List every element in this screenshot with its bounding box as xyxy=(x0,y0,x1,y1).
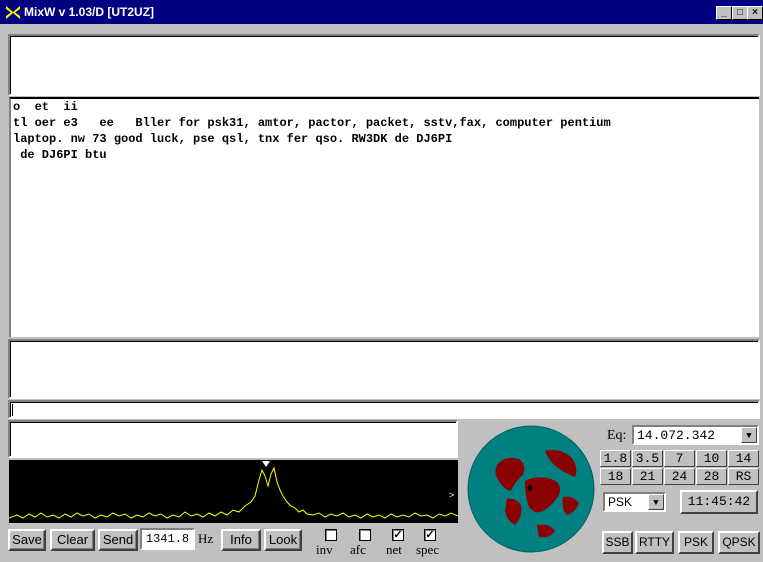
rx-line: tl oer e3 ee Bller for psk31, amtor, pac… xyxy=(13,116,611,130)
rx-line: laptop. nw 73 good luck, pse qsl, tnx fe… xyxy=(13,132,453,146)
afc-checkbox[interactable] xyxy=(359,529,371,541)
clear-button[interactable]: Clear xyxy=(50,529,95,551)
frequency-unit: Hz xyxy=(198,531,214,546)
band-button[interactable]: 7 xyxy=(664,450,695,467)
spec-checkbox[interactable]: ✓ xyxy=(424,529,436,541)
globe-icon xyxy=(467,425,595,553)
spectrum-trace: > xyxy=(8,461,459,519)
spec-label: spec xyxy=(416,542,440,557)
qpsk-button[interactable]: QPSK xyxy=(718,531,760,554)
band-button[interactable]: 24 xyxy=(664,468,695,485)
title-bar: MixW v 1.03/D [UT2UZ] _ □ × xyxy=(0,0,763,24)
clock-display: 11:45:42 xyxy=(680,490,758,514)
secondary-pane[interactable] xyxy=(8,339,760,399)
close-button[interactable]: × xyxy=(747,6,763,20)
chevron-down-icon[interactable]: ▼ xyxy=(648,494,664,510)
net-label: net xyxy=(386,542,402,557)
transmit-input[interactable] xyxy=(8,400,760,419)
receive-text-pane[interactable]: o et ii tl oer e3 ee Bller for psk31, am… xyxy=(9,97,759,337)
afc-label: afc xyxy=(350,542,366,557)
maximize-button[interactable]: □ xyxy=(732,6,748,20)
band-button[interactable]: 1.8 xyxy=(600,450,631,467)
band-button[interactable]: 3.5 xyxy=(632,450,663,467)
band-button[interactable]: RS xyxy=(728,468,759,485)
rx-line: o et ii xyxy=(13,100,78,114)
inv-label: inv xyxy=(316,542,333,557)
net-checkbox[interactable]: ✓ xyxy=(392,529,404,541)
send-button[interactable]: Send xyxy=(98,529,138,551)
band-button[interactable]: 28 xyxy=(696,468,727,485)
psk-button[interactable]: PSK xyxy=(678,531,714,554)
save-button[interactable]: Save xyxy=(8,529,46,551)
inv-checkbox[interactable] xyxy=(325,529,337,541)
band-button[interactable]: 10 xyxy=(696,450,727,467)
eq-label: Eq: xyxy=(607,428,627,443)
frequency-select[interactable]: 14.072.342 ▼ xyxy=(632,425,759,445)
scale-marker: > xyxy=(449,490,454,500)
chevron-down-icon[interactable]: ▼ xyxy=(741,427,757,443)
minimize-button[interactable]: _ xyxy=(716,6,732,20)
band-button[interactable]: 14 xyxy=(728,450,759,467)
look-button[interactable]: Look xyxy=(264,529,302,551)
ssb-button[interactable]: SSB xyxy=(602,531,633,554)
band-button[interactable]: 21 xyxy=(632,468,663,485)
world-map[interactable] xyxy=(467,425,595,553)
mode-select[interactable]: PSK ▼ xyxy=(603,492,666,512)
text-cursor xyxy=(12,404,13,416)
info-button[interactable]: Info xyxy=(221,529,261,551)
audio-frequency-field[interactable]: 1341.8 xyxy=(140,528,195,550)
top-pane[interactable] xyxy=(8,34,760,96)
mixw-logo-icon xyxy=(6,6,20,19)
spectrum-display[interactable]: > xyxy=(8,460,459,523)
transmit-buffer[interactable] xyxy=(8,420,458,458)
rx-line: de DJ6PI btu xyxy=(13,148,107,162)
rtty-button[interactable]: RTTY xyxy=(635,531,674,554)
band-button[interactable]: 18 xyxy=(600,468,631,485)
tuning-marker-icon[interactable] xyxy=(262,461,270,467)
window-title: MixW v 1.03/D [UT2UZ] xyxy=(24,5,155,19)
